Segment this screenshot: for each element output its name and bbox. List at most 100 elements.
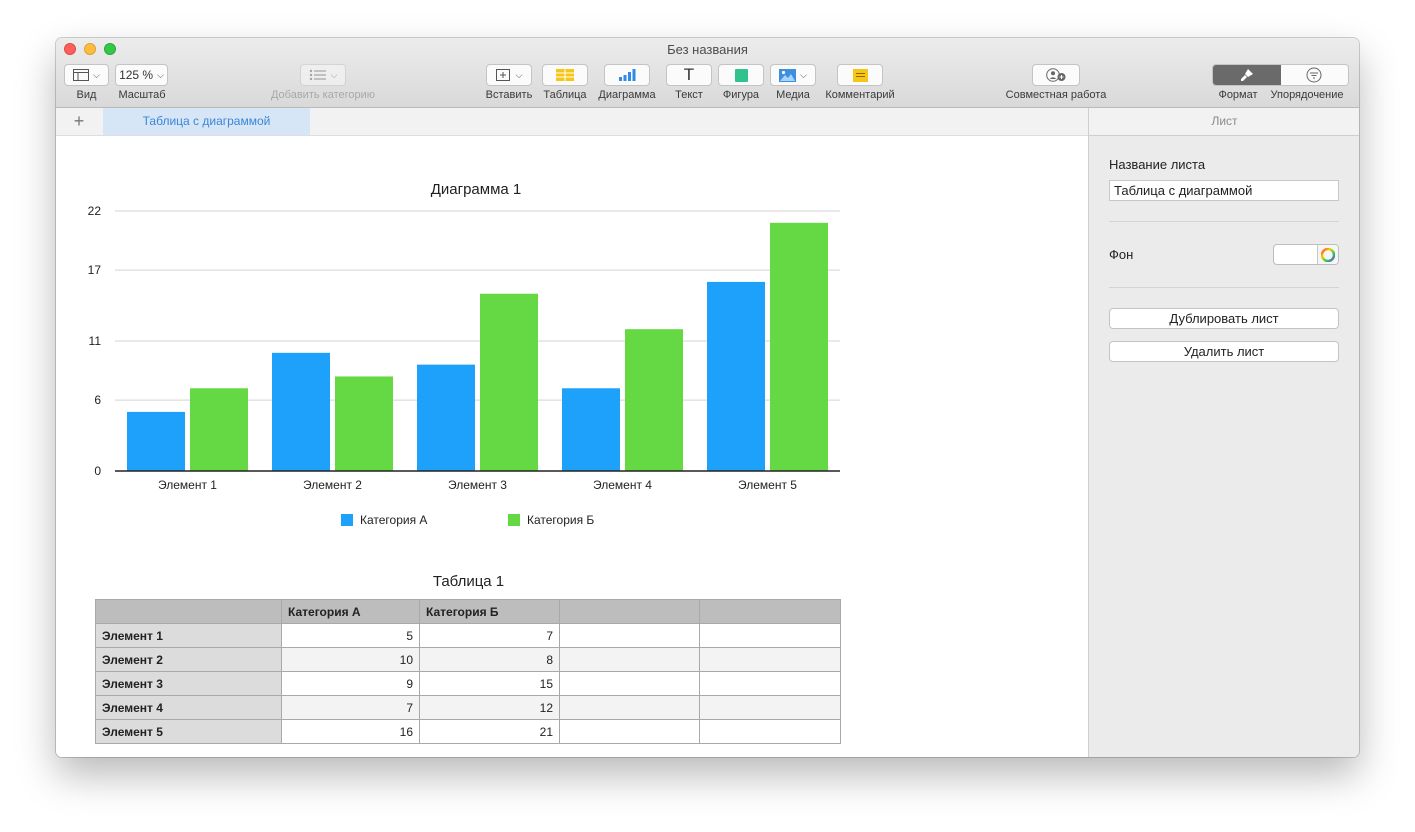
table-cell[interactable]: 15 <box>419 671 560 696</box>
table-cell[interactable] <box>559 671 700 696</box>
organize-button[interactable] <box>1280 65 1348 85</box>
text-button[interactable]: T <box>666 64 712 86</box>
table-cell[interactable]: 12 <box>419 695 560 720</box>
bar-series-b[interactable] <box>480 293 538 471</box>
table-cell[interactable] <box>559 623 700 648</box>
duplicate-sheet-button[interactable]: Дублировать лист <box>1109 308 1339 329</box>
table-cell[interactable]: 9 <box>281 671 420 696</box>
shape-button[interactable] <box>718 64 764 86</box>
table-cell[interactable] <box>699 719 841 744</box>
format-inspector: Лист Название листа Фон Дублировать лист <box>1088 108 1359 757</box>
header-cell[interactable] <box>699 599 841 624</box>
chevron-down-icon: ⌵ <box>93 69 100 80</box>
delete-sheet-button[interactable]: Удалить лист <box>1109 341 1339 362</box>
header-cell[interactable]: Категория А <box>281 599 420 624</box>
sidebar-view-icon <box>73 69 90 81</box>
legend-label: Категория Б <box>527 513 594 527</box>
zoom-select[interactable]: 125 % ⌵ <box>115 64 168 86</box>
view-button[interactable]: ⌵ <box>64 64 109 86</box>
insert-label: Вставить <box>485 89 533 101</box>
bar-series-b[interactable] <box>625 329 683 471</box>
add-sheet-button[interactable]: + <box>68 110 90 132</box>
media-button[interactable]: ⌵ <box>770 64 816 86</box>
format-button[interactable] <box>1213 65 1281 85</box>
table-cell[interactable] <box>699 671 841 696</box>
table-cell[interactable] <box>559 719 700 744</box>
table-label: Таблица <box>543 89 587 101</box>
row-header-cell[interactable]: Элемент 1 <box>95 623 282 648</box>
x-tick-label: Элемент 5 <box>738 478 797 492</box>
table-row: Элемент 2 10 8 <box>95 647 841 672</box>
header-cell[interactable] <box>559 599 700 624</box>
bar-series-a[interactable] <box>272 352 330 471</box>
list-icon <box>309 69 326 81</box>
table-button[interactable] <box>542 64 588 86</box>
x-tick-label: Элемент 2 <box>303 478 362 492</box>
media-label: Медиа <box>776 89 810 101</box>
square-shape-icon <box>734 68 748 82</box>
sheet-tab-active[interactable]: Таблица с диаграммой <box>103 108 310 135</box>
sheet-canvas: Диаграмма 1 0 6 11 17 22 Элемент 1 Элемент 2Э… <box>56 136 1088 757</box>
data-table[interactable]: Категория А Категория Б Элемент 1 5 7 Эл… <box>95 599 841 744</box>
table-cell[interactable] <box>699 647 841 672</box>
chevron-down-icon: ⌵ <box>157 69 164 80</box>
legend-swatch <box>508 514 520 526</box>
collaborate-label: Совместная работа <box>1005 89 1107 101</box>
sheet-name-input[interactable] <box>1109 180 1339 201</box>
row-header-cell[interactable]: Элемент 3 <box>95 671 282 696</box>
format-label: Формат <box>1218 89 1258 101</box>
row-header-cell[interactable]: Элемент 4 <box>95 695 282 720</box>
bar-chart-icon <box>619 69 636 81</box>
insert-button[interactable]: ⌵ <box>486 64 532 86</box>
legend-label: Категория А <box>360 513 427 527</box>
y-axis-ticks: 0 6 11 17 22 <box>88 204 102 478</box>
table-cell[interactable] <box>559 695 700 720</box>
table-cell[interactable]: 10 <box>281 647 420 672</box>
organize-label: Упорядочение <box>1270 89 1344 101</box>
chart-diagram-1[interactable]: Диаграмма 1 06111722 Элемент 1 Элемент 2Э… <box>56 136 1088 556</box>
table-cell[interactable]: 8 <box>419 647 560 672</box>
background-color-well[interactable] <box>1273 244 1339 265</box>
chevron-down-icon: ⌵ <box>800 69 807 80</box>
text-icon: T <box>683 65 695 84</box>
sheet-tab-bar: + Таблица с диаграммой <box>56 108 1088 136</box>
table-row: Элемент 4 7 12 <box>95 695 841 720</box>
header-cell[interactable]: Категория Б <box>419 599 560 624</box>
bar-series-b[interactable] <box>770 222 828 471</box>
table-cell[interactable]: 16 <box>281 719 420 744</box>
color-wheel-icon[interactable] <box>1317 245 1338 264</box>
x-axis-ticks: Элемент 1 Элемент 2 Элемент 3 Элемент 4 Элем… <box>158 478 797 492</box>
table-cell[interactable] <box>699 695 841 720</box>
x-tick-label: Элемент 4 <box>593 478 652 492</box>
table-cell[interactable]: 7 <box>419 623 560 648</box>
y-tick-label: 6 <box>94 393 101 407</box>
row-header-cell[interactable]: Элемент 2 <box>95 647 282 672</box>
window-title: Без названия <box>667 42 748 57</box>
table-cell[interactable] <box>559 647 700 672</box>
chevron-down-icon: ⌵ <box>515 69 523 80</box>
table-cell[interactable]: 7 <box>281 695 420 720</box>
collaborate-button[interactable] <box>1032 64 1080 86</box>
divider <box>1109 221 1339 222</box>
header-cell[interactable] <box>95 599 282 624</box>
bar-series-a[interactable] <box>707 281 765 471</box>
table-cell[interactable]: 21 <box>419 719 560 744</box>
bar-series-a[interactable] <box>127 411 185 471</box>
add-category-button[interactable]: ⌵ <box>300 64 346 86</box>
table-cell[interactable]: 5 <box>281 623 420 648</box>
table-cell[interactable] <box>699 623 841 648</box>
row-header-cell[interactable]: Элемент 5 <box>95 719 282 744</box>
x-tick-label: Элемент 1 <box>158 478 217 492</box>
text-label: Текст <box>675 89 703 101</box>
chart-button[interactable] <box>604 64 650 86</box>
bar-series-b[interactable] <box>190 388 248 471</box>
sheet-name-label: Название листа <box>1109 157 1206 172</box>
bar-series-a[interactable] <box>562 388 620 471</box>
comment-button[interactable] <box>837 64 883 86</box>
chart-legend: Категория А Категория Б <box>341 513 594 527</box>
add-person-icon <box>1046 68 1066 82</box>
chart-label: Диаграмма <box>598 89 656 101</box>
zoom-value: 125 % <box>119 68 154 82</box>
bar-series-b[interactable] <box>335 376 393 471</box>
bar-series-a[interactable] <box>417 364 475 471</box>
